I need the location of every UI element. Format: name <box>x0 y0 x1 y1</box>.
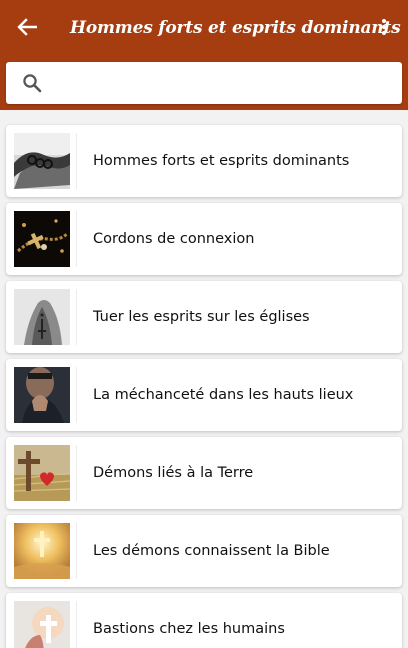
item-divider <box>76 523 77 579</box>
item-divider <box>76 445 77 501</box>
overflow-menu-button[interactable] <box>374 14 394 40</box>
item-divider <box>76 367 77 423</box>
list-item[interactable]: La méchanceté dans les hauts lieux <box>6 359 402 431</box>
list-item[interactable]: Cordons de connexion <box>6 203 402 275</box>
item-title: Tuer les esprits sur les églises <box>93 309 310 325</box>
back-button[interactable] <box>12 14 42 40</box>
item-title: Cordons de connexion <box>93 231 255 247</box>
search-input[interactable] <box>56 68 386 98</box>
thumbnail-image <box>14 211 70 267</box>
item-title: La méchanceté dans les hauts lieux <box>93 387 354 403</box>
item-title: Hommes forts et esprits dominants <box>93 153 350 169</box>
search-bar[interactable] <box>6 62 402 104</box>
item-title: Les démons connaissent la Bible <box>93 543 330 559</box>
more-vertical-icon <box>382 19 386 35</box>
item-divider <box>76 289 77 345</box>
thumbnail-image <box>14 601 70 648</box>
list-item[interactable]: Tuer les esprits sur les églises <box>6 281 402 353</box>
arrow-left-icon <box>17 18 37 36</box>
article-list: Hommes forts et esprits dominants Cordon… <box>0 110 408 648</box>
app-bar: Hommes forts et esprits dominants <box>0 0 408 110</box>
thumbnail-image <box>14 445 70 501</box>
search-icon <box>23 74 42 93</box>
page-title: Hommes forts et esprits dominants <box>70 18 401 38</box>
thumbnail-image <box>14 289 70 345</box>
item-divider <box>76 211 77 267</box>
list-item[interactable]: Les démons connaissent la Bible <box>6 515 402 587</box>
list-item[interactable]: Bastions chez les humains <box>6 593 402 648</box>
list-item[interactable]: Démons liés à la Terre <box>6 437 402 509</box>
item-divider <box>76 133 77 189</box>
thumbnail-image <box>14 367 70 423</box>
item-divider <box>76 601 77 648</box>
item-title: Démons liés à la Terre <box>93 465 254 481</box>
item-title: Bastions chez les humains <box>93 621 285 637</box>
thumbnail-image <box>14 523 70 579</box>
list-item[interactable]: Hommes forts et esprits dominants <box>6 125 402 197</box>
thumbnail-image <box>14 133 70 189</box>
